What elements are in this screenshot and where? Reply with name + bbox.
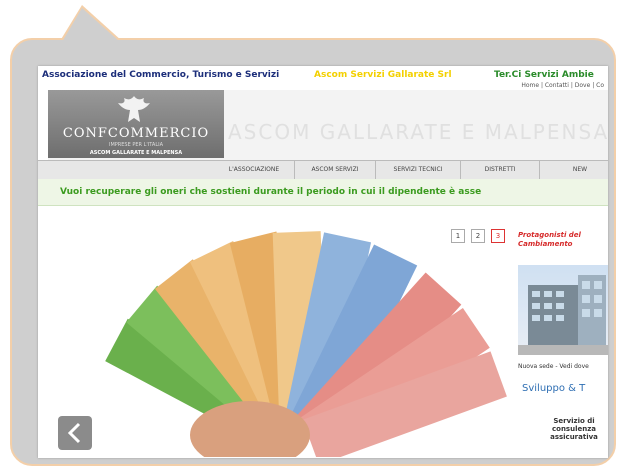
association-link[interactable]: Associazione del Commercio, Turismo e Se… (42, 70, 279, 80)
eagle-icon (118, 96, 150, 122)
euro-banknotes-fan-image (50, 207, 512, 457)
header-watermark: ASCOM GALLARATE E MALPENSA (228, 120, 608, 144)
speech-bubble-tail (62, 8, 120, 42)
nav-item-ascom-servizi[interactable]: ASCOM SERVIZI (295, 161, 376, 179)
sidebar-title[interactable]: Protagonisti del Cambiamento (518, 231, 608, 249)
chevron-left-icon (67, 422, 81, 444)
ticker-text: Vuoi recuperare gli oneri che sostieni d… (60, 187, 482, 197)
building-image (518, 275, 608, 355)
nav-item-servizi-tecnici[interactable]: SERVIZI TECNICI (376, 161, 461, 179)
slider-page-1[interactable]: 1 (451, 229, 465, 243)
website-screenshot: Associazione del Commercio, Turismo e Se… (38, 66, 608, 458)
main-navigation: L'ASSOCIAZIONE ASCOM SERVIZI SERVIZI TEC… (38, 160, 608, 180)
nav-item-distretti[interactable]: DISTRETTI (461, 161, 540, 179)
slider-page-2[interactable]: 2 (471, 229, 485, 243)
logo-tagline: IMPRESE PER L'ITALIA (109, 142, 163, 148)
news-ticker[interactable]: Vuoi recuperare gli oneri che sostieni d… (38, 179, 608, 206)
site-header: ASCOM GALLARATE E MALPENSA CONFCOMMERCIO… (48, 90, 608, 160)
ascom-servizi-link[interactable]: Ascom Servizi Gallarate Srl (314, 70, 452, 80)
sidebar-photo-caption[interactable]: Nuova sede - Vedi dove (518, 363, 589, 370)
logo-subtitle: ASCOM GALLARATE E MALPENSA (89, 150, 183, 156)
sviluppo-logo[interactable]: Sviluppo & T (522, 383, 585, 394)
slider-prev-button[interactable] (58, 416, 92, 450)
building-photo[interactable] (518, 265, 608, 355)
terci-servizi-link[interactable]: Ter.Ci Servizi Ambie (494, 70, 594, 80)
logo-name: CONFCOMMERCIO (62, 126, 210, 141)
slider-page-3[interactable]: 3 (491, 229, 505, 243)
utility-links[interactable]: Home | Contatti | Dove | Co (521, 82, 604, 89)
nav-item-associazione[interactable]: L'ASSOCIAZIONE (214, 161, 295, 179)
right-sidebar: Protagonisti del Cambiamento Nuova sede … (516, 207, 608, 457)
image-slider[interactable] (50, 207, 512, 457)
insurance-service-link[interactable]: Servizio di consulenza assicurativa (544, 417, 604, 441)
nav-item-new[interactable]: NEW (540, 161, 608, 179)
confcommercio-logo[interactable]: CONFCOMMERCIO IMPRESE PER L'ITALIA ASCOM… (48, 90, 224, 158)
top-association-bar: Associazione del Commercio, Turismo e Se… (38, 68, 608, 82)
